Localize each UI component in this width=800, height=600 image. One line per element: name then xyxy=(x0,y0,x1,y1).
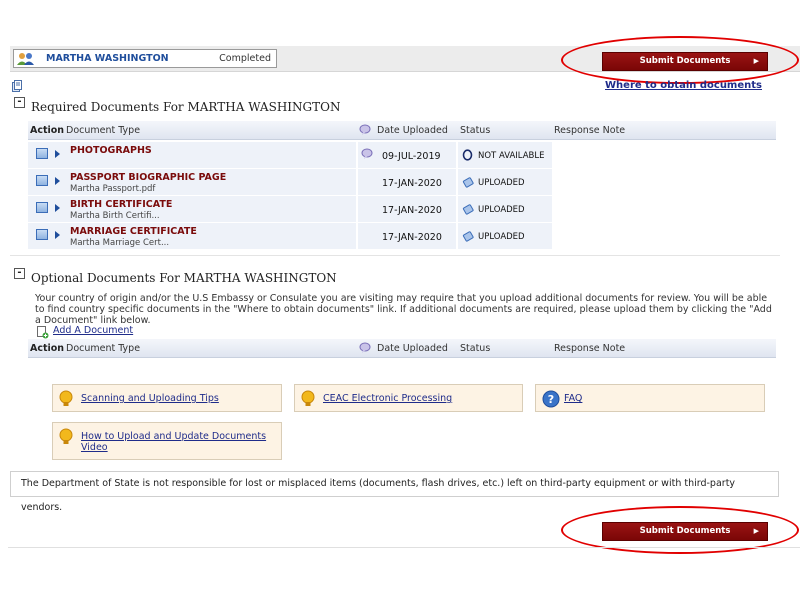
print-icon[interactable] xyxy=(12,80,22,92)
document-name: MARRIAGE CERTIFICATE xyxy=(70,226,197,237)
document-status: UPLOADED xyxy=(478,205,525,215)
disclaimer: The Department of State is not responsib… xyxy=(10,471,779,513)
collapse-optional-button[interactable]: - xyxy=(14,268,25,279)
document-status: UPLOADED xyxy=(478,232,525,242)
tip-video: How to Upload and Update Documents Video xyxy=(52,422,282,460)
applicant-box: MARTHA WASHINGTON Completed xyxy=(13,49,277,68)
expand-arrow-icon[interactable] xyxy=(55,231,60,239)
col-document-type: Document Type xyxy=(66,343,141,354)
paperclip-icon xyxy=(462,177,474,188)
col-action: Action xyxy=(30,125,65,136)
faq-link[interactable]: FAQ xyxy=(564,393,582,404)
col-document-type: Document Type xyxy=(66,125,141,136)
expand-arrow-icon[interactable] xyxy=(55,177,60,185)
paperclip-icon xyxy=(462,204,474,215)
document-file-name: Martha Birth Certifi... xyxy=(70,211,160,221)
document-action-icon[interactable] xyxy=(36,202,48,213)
footer-divider xyxy=(8,547,800,548)
col-response-note: Response Note xyxy=(554,125,626,136)
document-date: 17-JAN-2020 xyxy=(382,178,442,189)
document-name: PHOTOGRAPHS xyxy=(70,145,152,156)
svg-text:?: ? xyxy=(548,393,554,406)
col-date-uploaded: Date Uploaded xyxy=(377,125,448,136)
lightbulb-icon xyxy=(59,390,73,406)
required-section-title: Required Documents For MARTHA WASHINGTON xyxy=(31,100,341,114)
document-date: 09-JUL-2019 xyxy=(382,151,441,162)
applicant-status: Completed xyxy=(219,53,271,64)
paperclip-icon xyxy=(462,231,474,242)
table-row: BIRTH CERTIFICATE Martha Birth Certifi..… xyxy=(28,196,776,223)
document-date: 17-JAN-2020 xyxy=(382,232,442,243)
document-status: NOT AVAILABLE xyxy=(478,151,545,161)
comment-icon xyxy=(359,124,371,135)
lightbulb-icon xyxy=(59,428,73,444)
scanning-tips-link[interactable]: Scanning and Uploading Tips xyxy=(81,393,219,404)
col-response-note: Response Note xyxy=(554,343,626,354)
document-name: PASSPORT BIOGRAPHIC PAGE xyxy=(70,172,227,183)
comment-icon[interactable] xyxy=(361,148,373,160)
section-divider xyxy=(10,255,780,256)
table-row: PHOTOGRAPHS 09-JUL-2019 NOT AVAILABLE xyxy=(28,142,776,169)
col-action: Action xyxy=(30,343,65,354)
col-status: Status xyxy=(460,125,491,136)
lightbulb-icon xyxy=(301,390,315,406)
tip-scanning: Scanning and Uploading Tips xyxy=(52,384,282,412)
tip-faq: ? FAQ xyxy=(535,384,765,412)
document-status: UPLOADED xyxy=(478,178,525,188)
comment-icon xyxy=(359,342,371,353)
table-row: PASSPORT BIOGRAPHIC PAGE Martha Passport… xyxy=(28,169,776,196)
col-status: Status xyxy=(460,343,491,354)
annotation-circle-top xyxy=(561,36,799,84)
ceac-electronic-processing-link[interactable]: CEAC Electronic Processing xyxy=(323,393,452,404)
optional-section-title: Optional Documents For MARTHA WASHINGTON xyxy=(31,271,337,285)
document-action-icon[interactable] xyxy=(36,175,48,186)
circle-o-icon xyxy=(462,149,473,161)
users-icon xyxy=(17,53,34,65)
upload-video-link[interactable]: How to Upload and Update Documents Video xyxy=(81,431,271,453)
add-document-icon[interactable] xyxy=(37,326,49,339)
table-row: MARRIAGE CERTIFICATE Martha Marriage Cer… xyxy=(28,223,776,250)
col-date-uploaded: Date Uploaded xyxy=(377,343,448,354)
applicant-name: MARTHA WASHINGTON xyxy=(46,53,169,64)
collapse-required-button[interactable]: - xyxy=(14,97,25,108)
required-table-header: Action Document Type Date Uploaded Statu… xyxy=(28,121,776,140)
where-to-obtain-documents-link[interactable]: Where to obtain documents xyxy=(605,80,762,91)
document-file-name: Martha Passport.pdf xyxy=(70,184,156,194)
document-file-name: Martha Marriage Cert... xyxy=(70,238,170,248)
document-name: BIRTH CERTIFICATE xyxy=(70,199,173,210)
expand-arrow-icon[interactable] xyxy=(55,204,60,212)
optional-description: Your country of origin and/or the U.S Em… xyxy=(35,293,772,326)
add-document-link[interactable]: Add A Document xyxy=(53,325,133,336)
expand-arrow-icon[interactable] xyxy=(55,150,60,158)
document-action-icon[interactable] xyxy=(36,229,48,240)
optional-table-header: Action Document Type Date Uploaded Statu… xyxy=(28,339,776,358)
document-action-icon[interactable] xyxy=(36,148,48,159)
tip-ceac: CEAC Electronic Processing xyxy=(294,384,523,412)
document-date: 17-JAN-2020 xyxy=(382,205,442,216)
help-icon: ? xyxy=(542,390,560,408)
